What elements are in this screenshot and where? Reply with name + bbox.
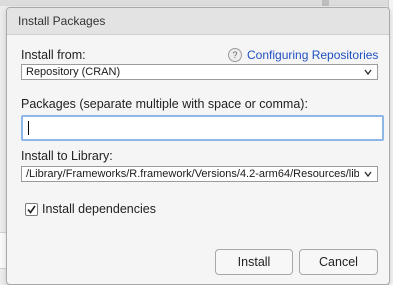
library-path-value: /Library/Frameworks/R.framework/Versions… <box>26 168 359 180</box>
dialog-title: Install Packages <box>18 14 106 28</box>
install-to-library-label: Install to Library: <box>21 149 113 163</box>
packages-input[interactable] <box>21 115 384 141</box>
background-window-edge <box>0 0 393 6</box>
question-mark-icon[interactable]: ? <box>228 48 242 62</box>
dialog-titlebar[interactable]: Install Packages <box>7 8 389 35</box>
background-scrollbar-thumb <box>322 0 329 6</box>
install-from-value: Repository (CRAN) <box>26 66 121 78</box>
install-from-select[interactable]: Repository (CRAN) <box>21 64 378 80</box>
packages-label: Packages (separate multiple with space o… <box>21 97 308 111</box>
text-caret <box>28 121 29 135</box>
install-packages-dialog: Install Packages Install from: ? Configu… <box>6 7 390 285</box>
install-dependencies-checkbox[interactable] <box>25 202 38 216</box>
chevron-down-icon <box>364 171 372 178</box>
library-select[interactable]: /Library/Frameworks/R.framework/Versions… <box>21 166 378 182</box>
install-from-label: Install from: <box>21 48 86 62</box>
configuring-repositories-help[interactable]: ? Configuring Repositories <box>228 48 378 62</box>
install-dependencies-label: Install dependencies <box>42 202 156 216</box>
cancel-button[interactable]: Cancel <box>299 249 378 275</box>
chevron-down-icon <box>364 69 372 76</box>
install-button[interactable]: Install <box>215 249 293 275</box>
checkmark-icon <box>27 205 36 214</box>
configuring-repositories-link[interactable]: Configuring Repositories <box>247 48 378 62</box>
install-dependencies-row[interactable]: Install dependencies <box>25 202 156 216</box>
